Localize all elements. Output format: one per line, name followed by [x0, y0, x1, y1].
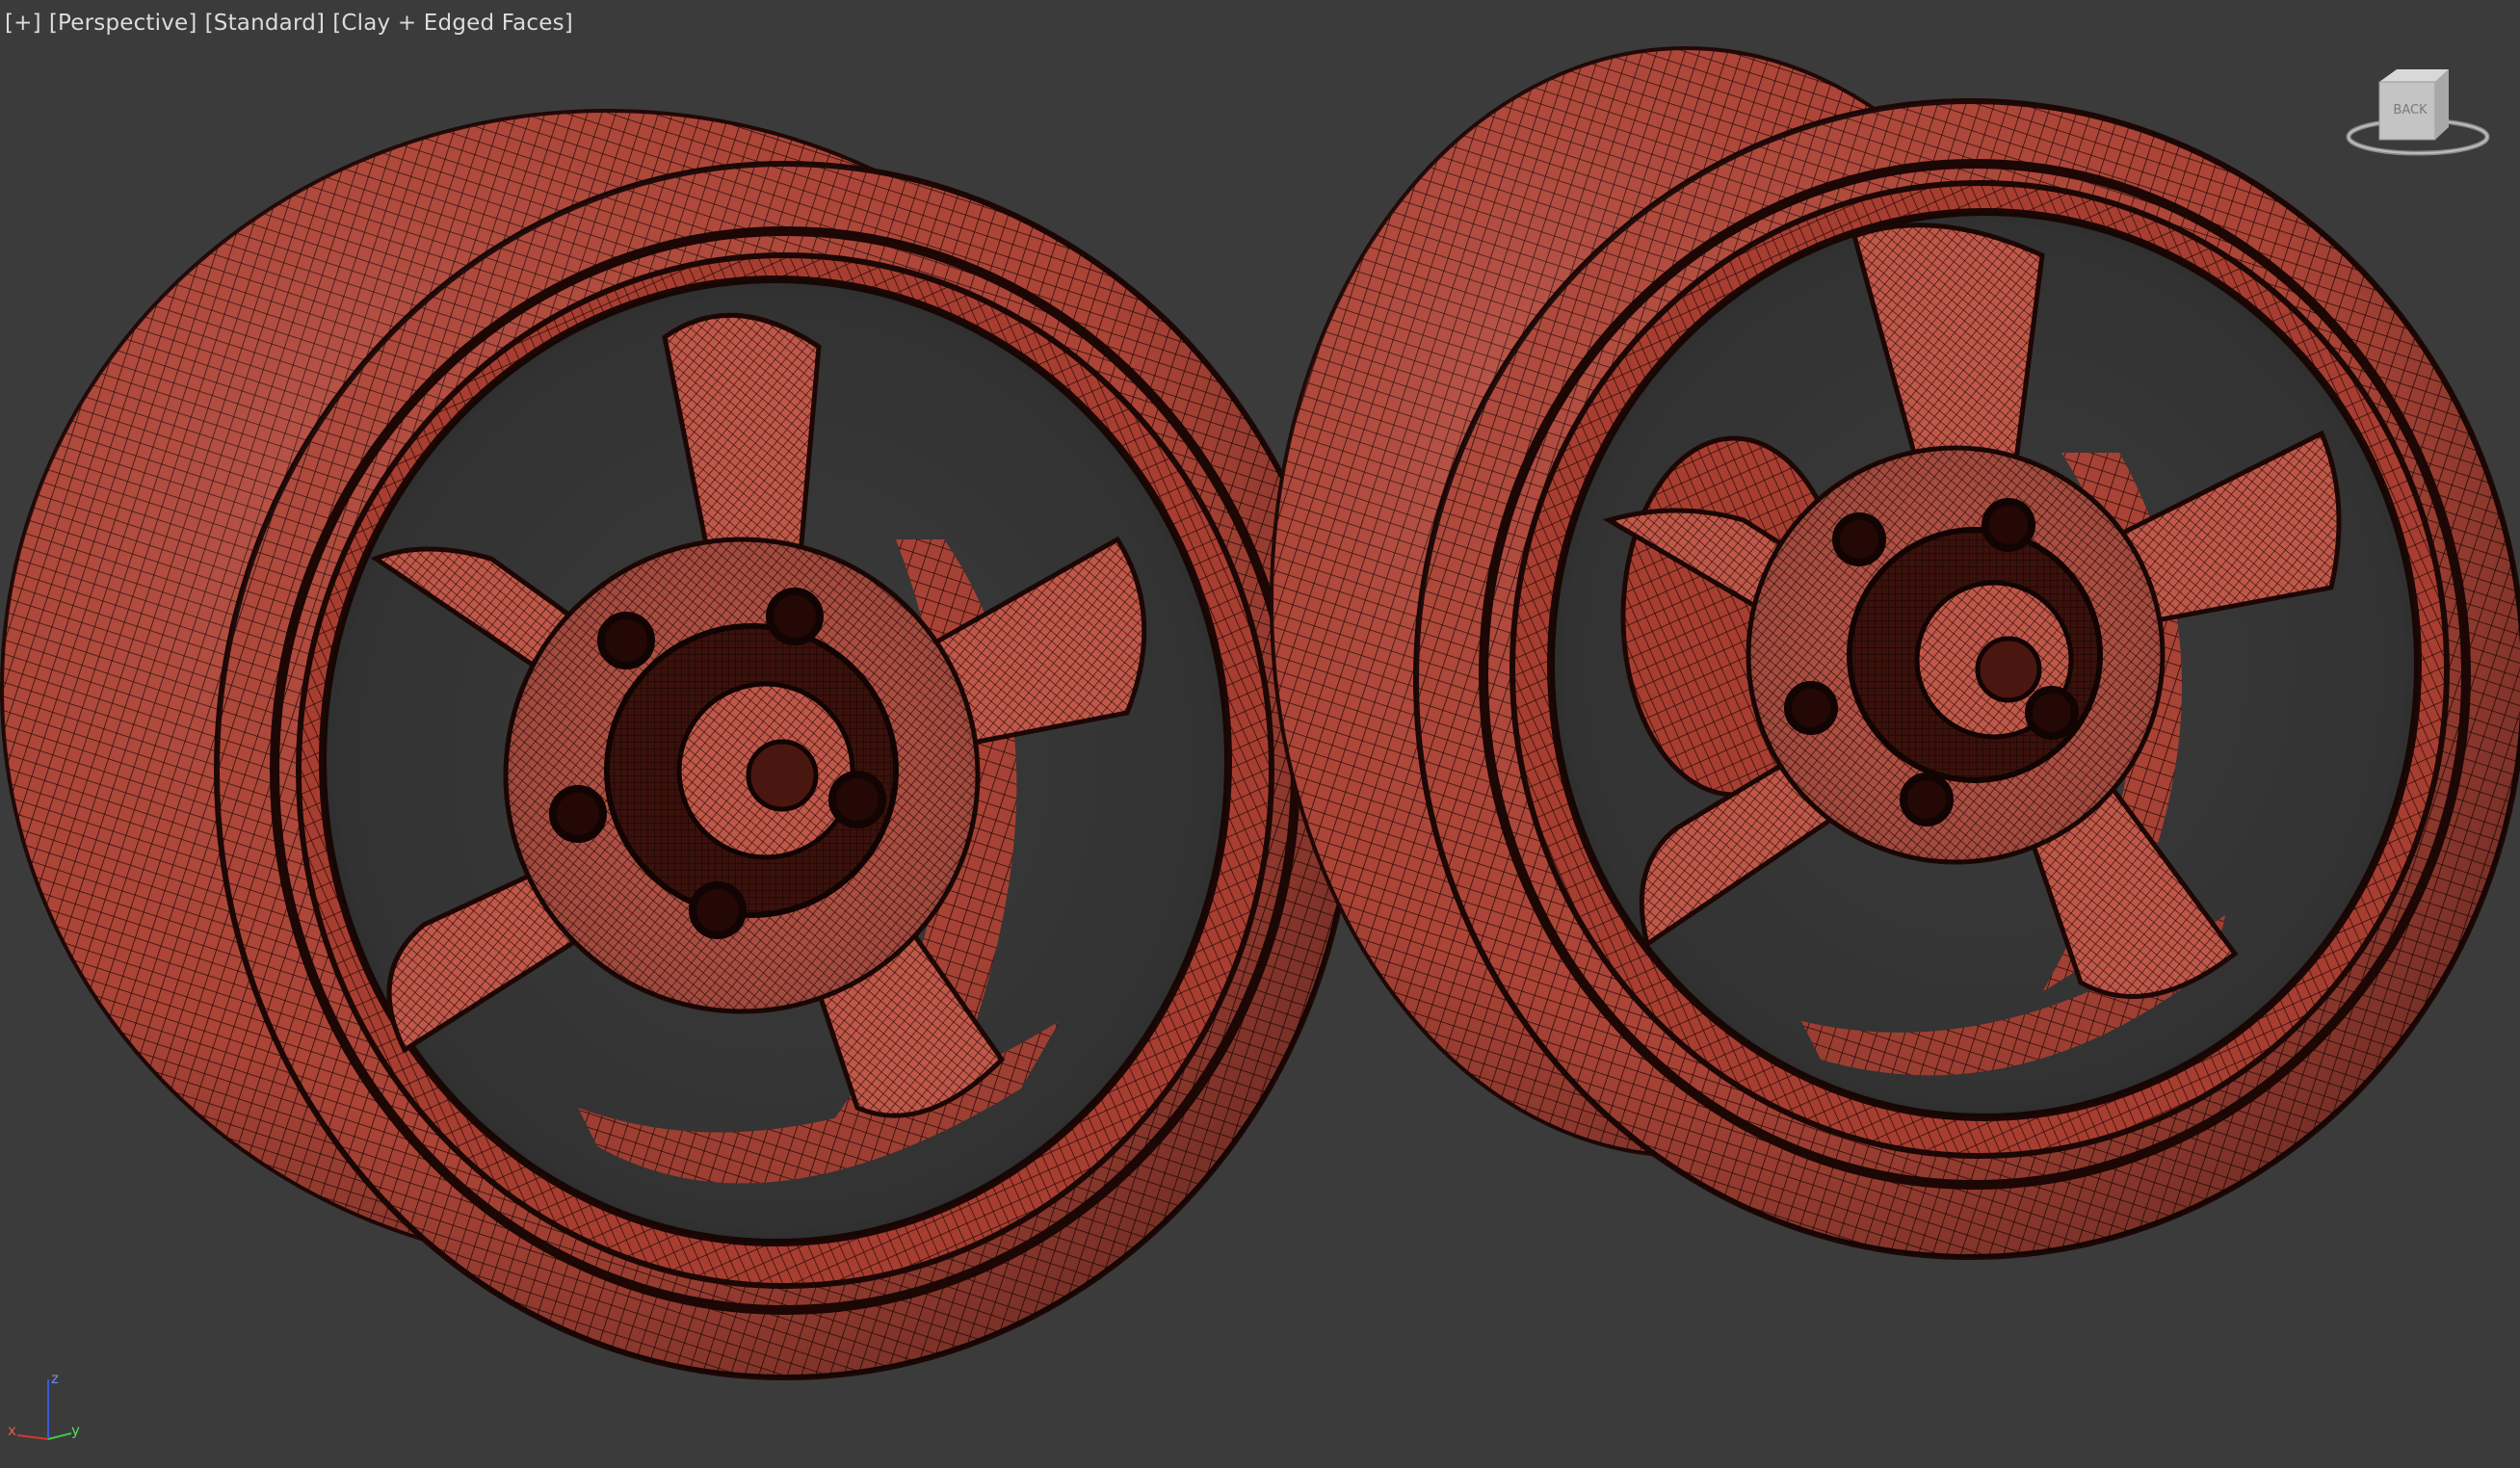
viewport-shading-style-menu[interactable]: [Standard] [205, 11, 326, 36]
viewport-display-mode-menu[interactable]: [Clay + Edged Faces] [332, 11, 573, 36]
scene-3d-wheels[interactable] [0, 0, 2520, 1468]
wheel-right[interactable] [1270, 46, 2520, 1260]
x-axis-label: x [8, 1422, 16, 1439]
wheel-left[interactable] [0, 109, 1356, 1380]
viewport-label-menu: [+] [Perspective] [Standard] [Clay + Edged … [5, 11, 581, 36]
viewport-general-menu[interactable]: [+] [5, 11, 41, 36]
perspective-viewport[interactable]: [+] [Perspective] [Standard] [Clay + Edged … [0, 0, 2520, 1468]
z-axis-label: z [51, 1370, 59, 1387]
axis-tripod: z y x [0, 1358, 106, 1464]
x-axis-line [16, 1434, 49, 1440]
viewcube-cube: BACK [2378, 69, 2449, 141]
viewcube-widget[interactable]: BACK [2341, 58, 2495, 164]
viewport-point-of-view-menu[interactable]: [Perspective] [49, 11, 197, 36]
y-axis-line [47, 1432, 72, 1440]
y-axis-label: y [71, 1422, 80, 1439]
viewcube-face-label: BACK [2393, 103, 2428, 118]
